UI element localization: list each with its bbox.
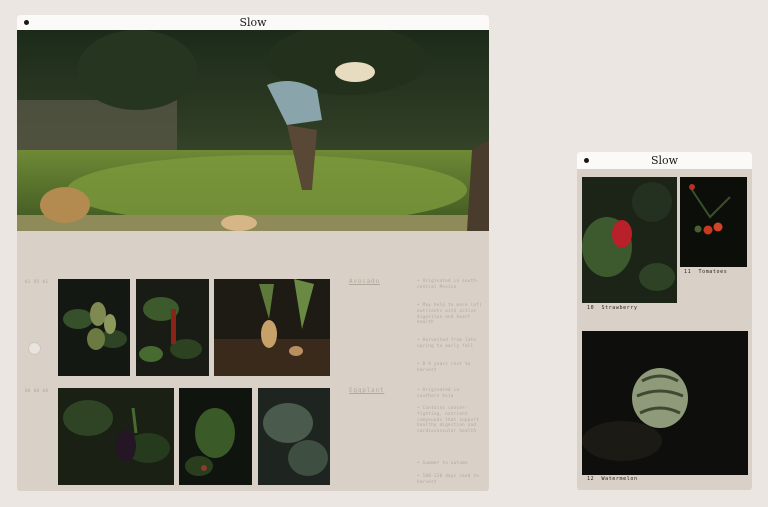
row2-date: 08 08 08 <box>25 388 49 393</box>
hero-garden-photo <box>17 30 489 231</box>
tomatoes-caption: 11 Tomatoes <box>684 269 727 275</box>
eggplant-photo-3[interactable] <box>258 388 330 485</box>
eggplant-photo-2[interactable] <box>179 388 252 485</box>
side-titlebar: Slow <box>577 152 752 169</box>
row1-note-1: • Originated in south-central Mexico <box>417 278 480 289</box>
window-dot-icon[interactable] <box>584 158 589 163</box>
main-titlebar: Slow <box>17 15 489 30</box>
eggplant-photo-1[interactable] <box>58 388 174 485</box>
watermelon-number: 12 <box>587 476 595 482</box>
avocado-photo-2[interactable] <box>136 279 209 376</box>
row1-note-2: • May help to more (of) nutrients with a… <box>417 302 482 325</box>
avocado-photo-1[interactable] <box>58 279 130 376</box>
app-title: Slow <box>239 16 267 29</box>
strawberry-number: 10 <box>587 305 595 311</box>
row2-note-2: • Contains cancer-fighting, nutrient com… <box>417 405 480 434</box>
row1-date: 01 05 01 <box>25 279 49 284</box>
avocado-photo-3[interactable] <box>214 279 330 376</box>
row1-note-3: • Harvested from late spring to early fa… <box>417 337 477 348</box>
strawberry-caption: 10 Strawberry <box>587 305 638 311</box>
strawberry-label: Strawberry <box>601 305 638 311</box>
strawberry-photo[interactable] <box>582 177 677 303</box>
row2-note-4: • 100-120 days seed to harvest <box>417 473 480 484</box>
watermelon-photo[interactable] <box>582 331 748 475</box>
window-dot-icon[interactable] <box>24 20 29 25</box>
watermelon-caption: 12 Watermelon <box>587 476 638 482</box>
tomatoes-number: 11 <box>684 269 692 275</box>
row-toggle-icon[interactable] <box>28 342 41 355</box>
row2-note-1: • Originated in southern Asia <box>417 387 460 398</box>
row2-note-3: • Summer to autumn <box>417 460 468 465</box>
eggplant-link[interactable]: Eggplant <box>349 387 384 394</box>
row1-note-4: • 8-9 years rest to harvest <box>417 361 471 372</box>
side-app-title: Slow <box>650 154 679 167</box>
main-window: Slow 01 05 01 Avocado • Originated in so… <box>17 15 489 491</box>
watermelon-label: Watermelon <box>601 476 638 482</box>
avocado-link[interactable]: Avocado <box>349 278 380 285</box>
side-window: Slow 11 Tomatoes 10 Strawberry 12 Waterm… <box>577 152 752 490</box>
tomatoes-photo[interactable] <box>680 177 747 267</box>
tomatoes-label: Tomatoes <box>698 269 728 275</box>
